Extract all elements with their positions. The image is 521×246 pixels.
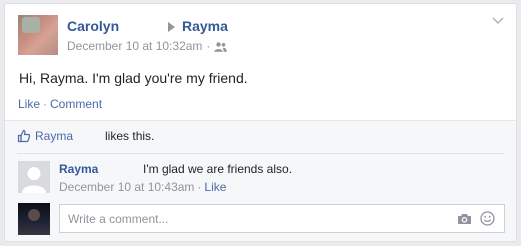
post-card: Carolyn Rayma December 10 at 10:32am · H… — [4, 3, 517, 242]
meta-separator: · — [206, 39, 211, 53]
friends-icon[interactable] — [214, 41, 228, 52]
action-separator: · — [43, 97, 48, 111]
comment-author[interactable]: Rayma — [59, 162, 98, 176]
thumbs-up-icon — [17, 129, 31, 143]
author-name[interactable]: Carolyn — [67, 18, 119, 34]
post-actions: Like · Comment — [18, 97, 102, 111]
author-avatar[interactable] — [18, 15, 58, 55]
post-meta: December 10 at 10:32am · — [67, 39, 228, 53]
default-avatar-icon — [18, 161, 50, 193]
liker-name[interactable]: Rayma — [35, 129, 73, 143]
comment-input[interactable] — [66, 211, 450, 227]
likes-text: likes this. — [105, 129, 155, 143]
like-link[interactable]: Like — [18, 97, 40, 111]
post-text: Hi, Rayma. I'm glad you're my friend. — [19, 70, 248, 86]
comment-timestamp[interactable]: December 10 at 10:43am — [59, 180, 194, 194]
comment-meta: December 10 at 10:43am · Like — [59, 180, 226, 194]
chevron-down-icon[interactable] — [492, 17, 504, 25]
comment-like-link[interactable]: Like — [204, 180, 226, 194]
comment-link[interactable]: Comment — [50, 97, 102, 111]
camera-icon[interactable] — [457, 213, 472, 225]
current-user-avatar[interactable] — [18, 203, 50, 235]
comment-text: I'm glad we are friends also. — [143, 162, 293, 176]
commenter-avatar[interactable] — [18, 161, 50, 193]
post-timestamp[interactable]: December 10 at 10:32am — [67, 39, 202, 53]
likes-summary: Rayma likes this. — [17, 129, 154, 143]
comment-composer[interactable] — [59, 204, 505, 233]
divider — [17, 153, 505, 154]
smile-icon[interactable] — [480, 211, 495, 226]
target-name[interactable]: Rayma — [182, 18, 228, 34]
arrow-right-icon — [168, 22, 175, 32]
comment-separator: · — [197, 180, 202, 194]
